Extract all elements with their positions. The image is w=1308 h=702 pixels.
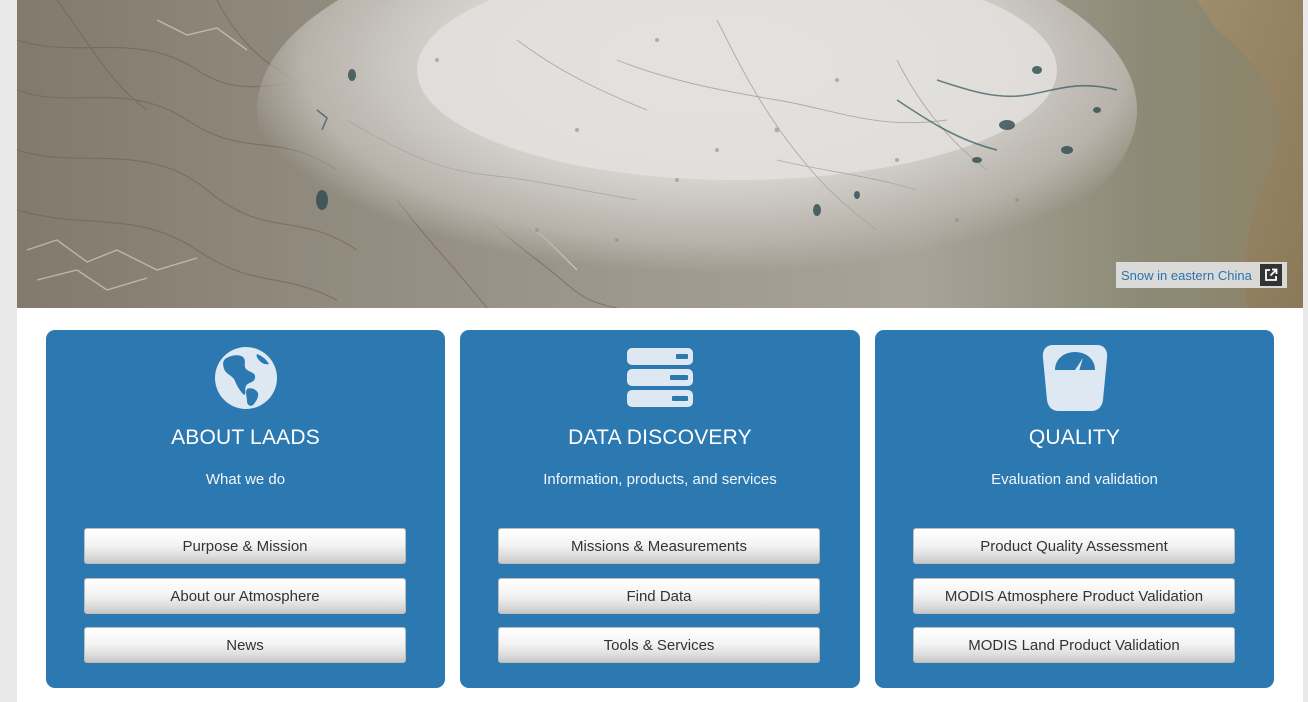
image-caption-link[interactable]: Snow in eastern China xyxy=(1121,268,1252,283)
image-caption: Snow in eastern China xyxy=(1116,262,1287,288)
satellite-image xyxy=(17,0,1303,308)
server-stack-icon xyxy=(460,345,860,411)
modis-land-validation-button[interactable]: MODIS Land Product Validation xyxy=(913,627,1235,663)
about-laads-panel: ABOUT LAADS What we do Purpose & Mission… xyxy=(46,330,445,688)
data-discovery-panel: DATA DISCOVERY Information, products, an… xyxy=(460,330,860,688)
find-data-button[interactable]: Find Data xyxy=(498,578,820,614)
external-link-icon[interactable] xyxy=(1260,264,1282,286)
purpose-mission-button[interactable]: Purpose & Mission xyxy=(84,528,406,564)
panel-title: DATA DISCOVERY xyxy=(568,426,752,449)
news-button[interactable]: News xyxy=(84,627,406,663)
quality-panel: QUALITY Evaluation and validation Produc… xyxy=(875,330,1274,688)
panel-subtitle: Evaluation and validation xyxy=(991,471,1158,488)
missions-measurements-button[interactable]: Missions & Measurements xyxy=(498,528,820,564)
panel-title: ABOUT LAADS xyxy=(171,426,320,449)
modis-atmosphere-validation-button[interactable]: MODIS Atmosphere Product Validation xyxy=(913,578,1235,614)
product-quality-assessment-button[interactable]: Product Quality Assessment xyxy=(913,528,1235,564)
panel-subtitle: Information, products, and services xyxy=(543,471,777,488)
hero-satellite-image: Snow in eastern China xyxy=(17,0,1303,308)
weight-scale-icon xyxy=(875,345,1274,411)
globe-americas-icon xyxy=(46,345,445,411)
main-content: Snow in eastern China ABOUT LAADS What w… xyxy=(17,0,1303,702)
tools-services-button[interactable]: Tools & Services xyxy=(498,627,820,663)
panel-subtitle: What we do xyxy=(205,471,286,488)
about-atmosphere-button[interactable]: About our Atmosphere xyxy=(84,578,406,614)
panel-title: QUALITY xyxy=(1028,426,1121,449)
